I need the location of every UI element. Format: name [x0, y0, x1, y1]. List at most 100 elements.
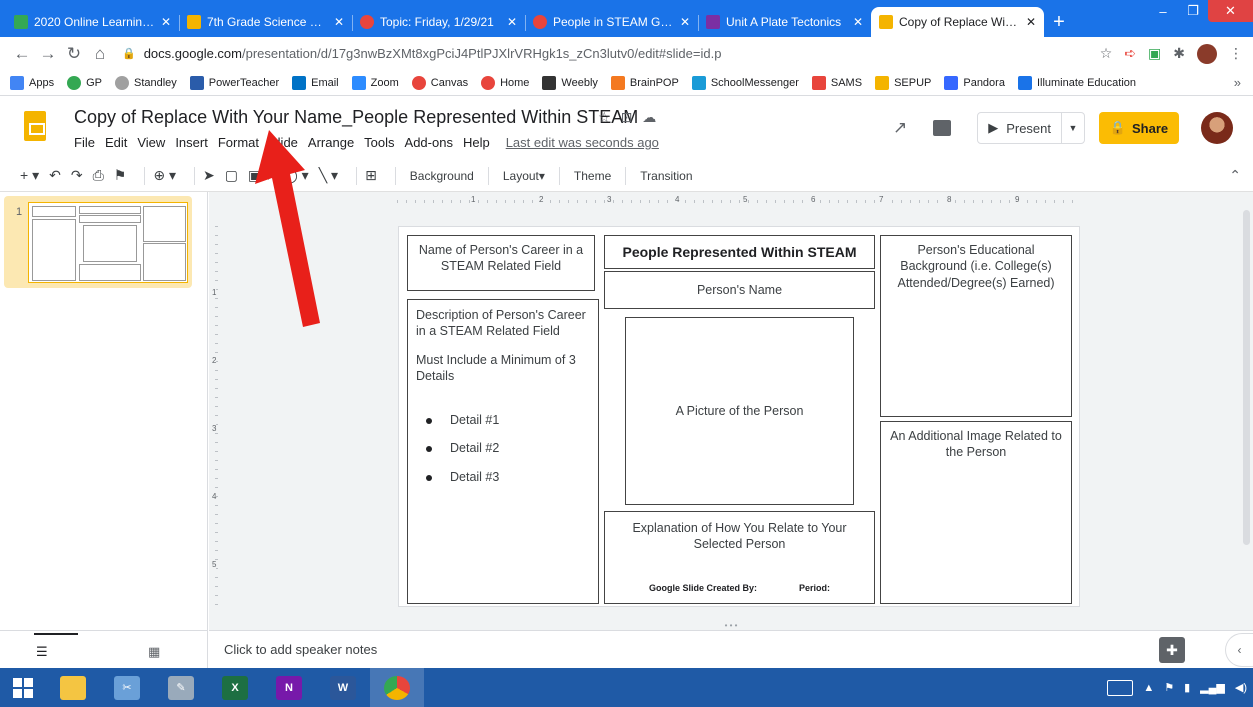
network-icon[interactable]: ▮	[1184, 681, 1190, 694]
bookmark-apps[interactable]: Apps	[10, 75, 54, 90]
star-icon[interactable]: ☆	[598, 109, 621, 125]
extension-box-icon[interactable]: ▣	[1148, 45, 1161, 62]
additional-image-box[interactable]: An Additional Image Related to the Perso…	[880, 421, 1072, 604]
touch-keyboard-icon[interactable]	[1107, 679, 1134, 696]
signal-icon[interactable]: ▂▄▆	[1200, 681, 1225, 694]
browser-tab-6-active[interactable]: Copy of Replace With Yo ✕	[871, 7, 1044, 37]
close-icon[interactable]: ✕	[1026, 15, 1036, 29]
profile-avatar[interactable]	[1197, 43, 1217, 64]
bookmark-zoom[interactable]: Zoom	[351, 75, 399, 90]
chevron-down-icon[interactable]: ▼	[1062, 123, 1084, 133]
slide-canvas[interactable]: Name of Person's Career in a STEAM Relat…	[398, 226, 1080, 607]
minimize-icon[interactable]: –	[1148, 0, 1178, 22]
transition-button[interactable]: Transition	[640, 169, 692, 183]
menu-file[interactable]: File	[74, 135, 95, 150]
move-folder-icon[interactable]: ⊡	[621, 109, 643, 125]
taskbar-excel[interactable]: X	[208, 668, 262, 707]
extension-arrow-icon[interactable]: ➪	[1124, 45, 1136, 62]
present-button[interactable]: ▶ Present ▼	[977, 112, 1085, 144]
slide-heading-box[interactable]: People Represented Within STEAM	[604, 235, 875, 269]
tray-expand-icon[interactable]: ▲	[1143, 682, 1154, 694]
taskbar-word[interactable]: W	[316, 668, 370, 707]
grid-view-icon[interactable]: ▦	[148, 644, 160, 660]
select-cursor-icon[interactable]: ➤	[203, 167, 215, 184]
bookmark-powerteacher[interactable]: PowerTeacher	[189, 75, 279, 90]
back-icon[interactable]: ←	[10, 42, 34, 66]
bookmark-home[interactable]: Home	[481, 75, 529, 90]
bookmark-schoolmessenger[interactable]: SchoolMessenger	[691, 75, 799, 90]
menu-help[interactable]: Help	[463, 135, 490, 150]
browser-tab-2[interactable]: 7th Grade Science 1/25/✕	[179, 7, 352, 37]
document-title[interactable]: Copy of Replace With Your Name_People Re…	[74, 107, 638, 128]
new-tab-button[interactable]: +	[1044, 7, 1074, 37]
last-edit-link[interactable]: Last edit was seconds ago	[506, 135, 659, 150]
bookmark-illuminate[interactable]: Illuminate Education	[1017, 75, 1136, 90]
comment-history-icon[interactable]	[933, 120, 952, 136]
menu-addons[interactable]: Add-ons	[405, 135, 453, 150]
close-icon[interactable]: ✕	[853, 15, 863, 29]
maximize-icon[interactable]: ❐	[1178, 0, 1208, 22]
menu-edit[interactable]: Edit	[105, 135, 127, 150]
action-flag-icon[interactable]: ⚑	[1164, 681, 1174, 694]
bookmark-gp[interactable]: GP	[67, 75, 102, 90]
taskbar-snipping-tool[interactable]: ✂	[100, 668, 154, 707]
side-panel-toggle-icon[interactable]: ‹	[1225, 633, 1253, 667]
close-icon[interactable]: ✕	[680, 15, 690, 29]
notes-resize-handle[interactable]: • • •	[209, 622, 1253, 630]
close-icon[interactable]: ✕	[334, 15, 344, 29]
taskbar-onenote[interactable]: N	[262, 668, 316, 707]
bookmark-pandora[interactable]: Pandora	[944, 75, 1005, 90]
browser-menu-icon[interactable]: ⋮	[1229, 45, 1243, 62]
url-field[interactable]: 🔒 docs.google.com/presentation/d/17g3nwB…	[122, 40, 1100, 68]
browser-tab-3[interactable]: Topic: Friday, 1/29/21 ✕	[352, 7, 525, 37]
chevron-up-icon[interactable]: ⌃	[1229, 167, 1241, 184]
close-icon[interactable]: ✕	[507, 15, 517, 29]
new-slide-icon[interactable]: + ▾	[20, 167, 39, 184]
taskbar-paint[interactable]: ✎	[154, 668, 208, 707]
browser-tab-1[interactable]: 2020 Online Learning Da ✕	[6, 7, 179, 37]
puzzle-icon[interactable]: ✱	[1173, 45, 1185, 62]
taskbar-chrome[interactable]	[370, 668, 424, 707]
activity-trend-icon[interactable]: ↗	[893, 118, 907, 138]
bookmark-weebly[interactable]: Weebly	[542, 75, 598, 90]
bookmark-sepup[interactable]: SEPUP	[875, 75, 931, 90]
career-description-box[interactable]: Description of Person's Career in a STEA…	[407, 299, 599, 604]
education-box[interactable]: Person's Educational Background (i.e. Co…	[880, 235, 1072, 417]
layout-button[interactable]: Layout▾	[503, 169, 545, 183]
browser-tab-4[interactable]: People in STEAM Google✕	[525, 7, 698, 37]
explanation-box[interactable]: Explanation of How You Relate to Your Se…	[604, 511, 875, 604]
volume-icon[interactable]: ◀)	[1235, 681, 1247, 694]
share-button[interactable]: 🔒 Share	[1099, 112, 1179, 144]
close-icon[interactable]: ✕	[161, 15, 171, 29]
filmstrip-view-icon[interactable]: ☰	[34, 633, 77, 660]
forward-icon[interactable]: →	[36, 42, 60, 66]
menu-tools[interactable]: Tools	[364, 135, 394, 150]
explore-icon[interactable]: ✚	[1159, 637, 1185, 663]
slide-thumbnail-selected[interactable]: 1	[4, 196, 192, 288]
bookmarks-overflow-icon[interactable]: »	[1234, 75, 1241, 90]
home-icon[interactable]: ⌂	[88, 42, 112, 66]
redo-icon[interactable]: ↷	[71, 167, 83, 184]
menu-format[interactable]: Format	[218, 135, 259, 150]
taskbar-file-explorer[interactable]	[46, 668, 100, 707]
bookmark-email[interactable]: Email	[292, 75, 339, 90]
window-close-icon[interactable]: ✕	[1208, 0, 1253, 22]
reload-icon[interactable]: ↻	[62, 42, 86, 66]
speaker-notes[interactable]: Click to add speaker notes ✚ ‹	[209, 630, 1253, 668]
comment-add-icon[interactable]: ⊞	[365, 167, 377, 184]
person-picture-box[interactable]: A Picture of the Person	[625, 317, 854, 505]
menu-view[interactable]: View	[137, 135, 165, 150]
bookmark-brainpop[interactable]: BrainPOP	[610, 75, 679, 90]
bookmark-canvas[interactable]: Canvas	[411, 75, 468, 90]
text-box-icon[interactable]: ▢	[225, 167, 238, 184]
person-name-box[interactable]: Person's Name	[604, 271, 875, 309]
menu-insert[interactable]: Insert	[175, 135, 208, 150]
browser-tab-5[interactable]: Unit A Plate Tectonics ✕	[698, 7, 871, 37]
print-icon[interactable]: ⎙	[93, 167, 104, 184]
career-name-box[interactable]: Name of Person's Career in a STEAM Relat…	[407, 235, 595, 291]
background-button[interactable]: Background	[410, 169, 474, 183]
zoom-icon[interactable]: ⊕ ▾	[153, 167, 176, 184]
slides-home-icon[interactable]	[24, 111, 46, 141]
star-icon[interactable]: ☆	[1100, 45, 1113, 62]
undo-icon[interactable]: ↶	[49, 167, 61, 184]
